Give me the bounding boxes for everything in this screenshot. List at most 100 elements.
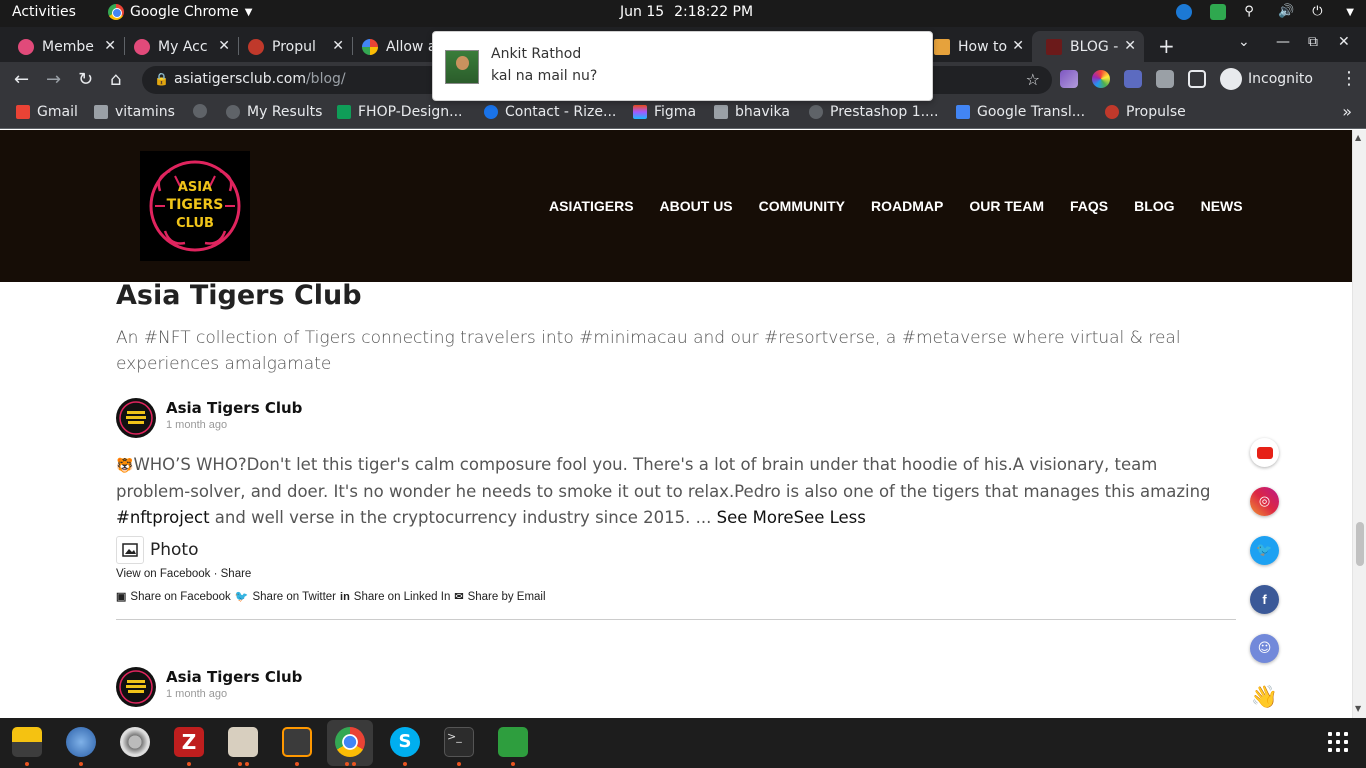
- nav-our-team[interactable]: OUR TEAM: [969, 198, 1044, 214]
- view-on-facebook-link[interactable]: View on Facebook: [116, 568, 210, 580]
- share-linkedin-link[interactable]: Share on Linked In: [354, 591, 451, 603]
- tab-search-chevron-icon[interactable]: ⌄: [1238, 34, 1250, 50]
- bookmark-star-icon[interactable]: ☆: [1026, 70, 1040, 89]
- shield-extension-icon[interactable]: [1124, 70, 1142, 88]
- chrome-menu-icon[interactable]: ⋮: [1340, 68, 1358, 89]
- see-more-link[interactable]: See MoreSee Less: [717, 508, 866, 527]
- caret-down-icon[interactable]: ▼: [1346, 7, 1354, 18]
- tab-members[interactable]: Membe ✕: [4, 31, 124, 62]
- forward-arrow-icon[interactable]: →: [46, 69, 61, 90]
- close-tab-icon[interactable]: ✕: [1124, 38, 1136, 54]
- close-tab-icon[interactable]: ✕: [332, 38, 344, 54]
- photo-attachment[interactable]: Photo: [116, 536, 199, 564]
- system-top-bar: Activities Google Chrome ▼ Jun 15 2:18:22…: [0, 0, 1366, 27]
- activities-button[interactable]: Activities: [12, 4, 76, 20]
- tab-blog[interactable]: BLOG - ✕: [1032, 31, 1144, 62]
- share-facebook-link[interactable]: Share on Facebook: [130, 591, 230, 603]
- terminal-icon[interactable]: >_: [444, 727, 474, 757]
- tab-propulse[interactable]: Propul ✕: [234, 31, 352, 62]
- post-avatar[interactable]: [116, 667, 156, 707]
- power-icon[interactable]: ⏻: [1312, 4, 1328, 20]
- nav-about-us[interactable]: ABOUT US: [660, 198, 733, 214]
- post-author[interactable]: Asia Tigers Club: [166, 668, 302, 686]
- share-link[interactable]: Share: [221, 568, 252, 580]
- instagram-icon[interactable]: ◎: [1250, 487, 1279, 516]
- nav-community[interactable]: COMMUNITY: [759, 198, 845, 214]
- hashtag-link[interactable]: #nftproject: [116, 508, 210, 527]
- post-text-part: WHO’S WHO?Don't let this tiger's calm co…: [116, 455, 1211, 501]
- filezilla-icon[interactable]: Z: [174, 727, 204, 757]
- notification-message: kal na mail nu?: [491, 68, 598, 84]
- nav-roadmap[interactable]: ROADMAP: [871, 198, 943, 214]
- update-icon[interactable]: [1210, 4, 1227, 20]
- nav-news[interactable]: NEWS: [1201, 198, 1243, 214]
- feather-extension-icon[interactable]: [1060, 70, 1078, 88]
- scrollbar-thumb[interactable]: [1356, 522, 1364, 566]
- close-window-icon[interactable]: ✕: [1338, 34, 1350, 50]
- chrome-icon[interactable]: [335, 727, 365, 757]
- volume-icon[interactable]: 🔊: [1278, 4, 1294, 20]
- scroll-up-icon[interactable]: ▲: [1355, 133, 1361, 142]
- new-tab-plus-icon[interactable]: +: [1158, 34, 1175, 58]
- wave-hand-icon[interactable]: 👋: [1250, 683, 1279, 712]
- post-avatar[interactable]: [116, 398, 156, 438]
- color-extension-icon[interactable]: [1092, 70, 1110, 88]
- bookmark-my-results[interactable]: My Results: [226, 104, 322, 120]
- puzzle-extensions-icon[interactable]: [1156, 70, 1174, 88]
- desktop-notification[interactable]: Ankit Rathod kal na mail nu?: [432, 31, 933, 101]
- site-logo[interactable]: ASIA TIGERS CLUB: [140, 151, 250, 261]
- app-menu[interactable]: Google Chrome ▼: [108, 4, 252, 20]
- bookmark-bhavika[interactable]: bhavika: [714, 104, 790, 120]
- minimize-icon[interactable]: —: [1276, 34, 1290, 50]
- spreadsheet-icon[interactable]: [498, 727, 528, 757]
- close-tab-icon[interactable]: ✕: [104, 38, 116, 54]
- facebook-icon[interactable]: f: [1250, 585, 1279, 614]
- youtube-icon[interactable]: [1250, 438, 1279, 467]
- discord-icon[interactable]: ☺: [1250, 634, 1279, 663]
- calculator-icon[interactable]: [12, 727, 42, 757]
- bookmark-contact-rize[interactable]: Contact - Rize...: [484, 104, 616, 120]
- tab-how-to[interactable]: How to ✕: [920, 31, 1032, 62]
- back-arrow-icon[interactable]: ←: [14, 69, 29, 90]
- maximize-icon[interactable]: ⧉: [1308, 34, 1318, 50]
- page-scrollbar[interactable]: ▲ ▼: [1352, 130, 1366, 718]
- side-panel-icon[interactable]: [1188, 70, 1206, 88]
- share-twitter-link[interactable]: Share on Twitter: [252, 591, 336, 603]
- sublime-text-icon[interactable]: [282, 727, 312, 757]
- globe-icon: [809, 105, 823, 119]
- clock[interactable]: Jun 15 2:18:22 PM: [620, 4, 753, 20]
- bookmark-propulse[interactable]: Propulse: [1105, 104, 1186, 120]
- scroll-down-icon[interactable]: ▼: [1355, 704, 1361, 713]
- bookmark-google-translate[interactable]: Google Transl...: [956, 104, 1085, 120]
- nav-asiatigers[interactable]: ASIATIGERS: [549, 198, 634, 214]
- post-author[interactable]: Asia Tigers Club: [166, 399, 302, 417]
- bookmark-globe[interactable]: [193, 104, 207, 118]
- reload-icon[interactable]: ↻: [78, 69, 93, 90]
- share-email-link[interactable]: Share by Email: [468, 591, 546, 603]
- bookmark-vitamins[interactable]: vitamins: [94, 104, 175, 120]
- thunderbird-icon[interactable]: [66, 727, 96, 757]
- teamviewer-icon[interactable]: [1176, 4, 1193, 20]
- nav-faqs[interactable]: FAQS: [1070, 198, 1108, 214]
- app-menu-label: Google Chrome: [130, 4, 239, 20]
- tab-my-account[interactable]: My Acc ✕: [120, 31, 238, 62]
- skype-icon[interactable]: S: [390, 727, 420, 757]
- bookmark-prestashop[interactable]: Prestashop 1....: [809, 104, 938, 120]
- more-bookmarks-chevron-icon[interactable]: »: [1342, 102, 1352, 121]
- nav-blog[interactable]: BLOG: [1134, 198, 1174, 214]
- files-icon[interactable]: [228, 727, 258, 757]
- show-applications-icon[interactable]: [1328, 732, 1348, 752]
- url-text[interactable]: asiatigersclub.com/blog/: [174, 71, 346, 87]
- close-tab-icon[interactable]: ✕: [218, 38, 230, 54]
- incognito-indicator[interactable]: Incognito: [1220, 68, 1313, 90]
- bookmark-figma[interactable]: Figma: [633, 104, 696, 120]
- close-tab-icon[interactable]: ✕: [1012, 38, 1024, 54]
- bookmark-gmail[interactable]: Gmail: [16, 104, 78, 120]
- home-icon[interactable]: ⌂: [110, 69, 121, 90]
- network-icon[interactable]: ⚲: [1244, 4, 1260, 20]
- twitter-icon[interactable]: 🐦: [1250, 536, 1279, 565]
- settings-gear-icon[interactable]: [120, 727, 150, 757]
- tab-allow[interactable]: Allow a: [348, 31, 438, 62]
- bookmark-fhop-design[interactable]: FHOP-Design...: [337, 104, 462, 120]
- lock-icon[interactable]: 🔒: [154, 72, 169, 86]
